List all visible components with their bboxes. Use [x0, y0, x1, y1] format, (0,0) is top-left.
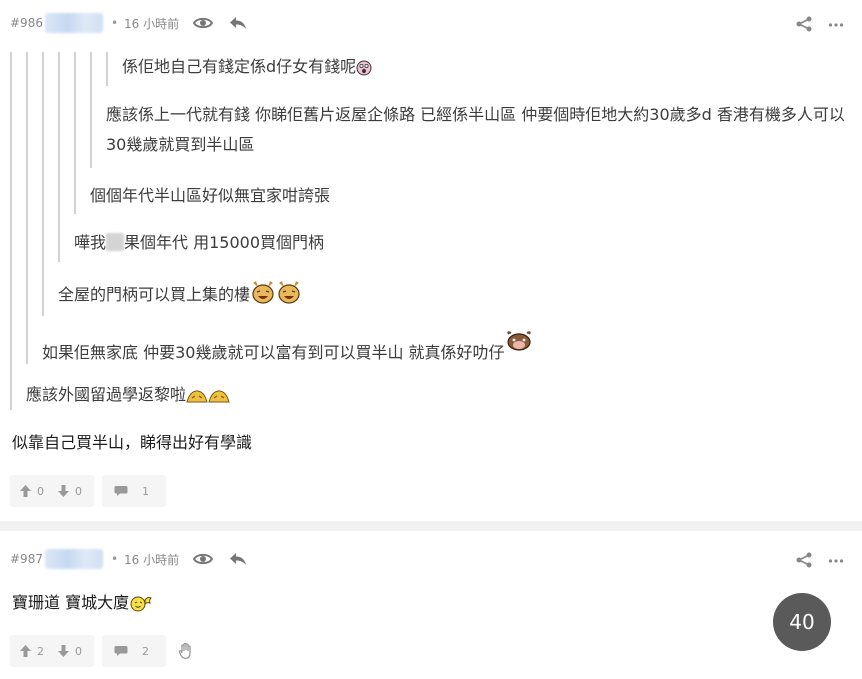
post-content: 寶珊道 寶城大廈	[12, 591, 153, 619]
quote-line-0	[10, 52, 12, 410]
eye-icon[interactable]	[193, 16, 214, 30]
post-time: 16 小時前	[124, 552, 180, 567]
comment-count: 1	[142, 484, 149, 498]
dislike-count: 0	[75, 484, 82, 498]
comment-count: 2	[142, 644, 149, 658]
post-987: #987 • 16 小時前 寶珊道 寶城大廈 2 0 2	[0, 531, 862, 679]
thumb-down-icon	[58, 645, 69, 657]
quote-text: 應該外國留過學返黎啦	[26, 380, 230, 414]
surprised-emoji-icon	[356, 56, 372, 86]
quote-text: 全屋的門柄可以買上集的樓	[58, 280, 302, 314]
thumb-up-icon	[20, 645, 31, 657]
meta-separator: •	[110, 16, 119, 30]
comment-icon	[114, 486, 128, 496]
dislike-count: 0	[75, 644, 82, 658]
vote-box: 2 0	[10, 635, 94, 667]
post-actions: 0 0 1	[10, 475, 166, 507]
like-count: 0	[37, 484, 44, 498]
post-meta: #987 • 16 小時前	[10, 548, 247, 570]
quote-text: 嘩我 果個年代 用15000買個門柄	[74, 233, 325, 252]
share-icon[interactable]	[796, 16, 812, 32]
quote-line-4	[74, 52, 76, 214]
quote-line-2	[42, 52, 44, 316]
vote-box: 0 0	[10, 475, 94, 507]
laughing-emoji-icon	[276, 280, 302, 314]
post-separator	[0, 521, 862, 531]
post-meta: #986 • 16 小時前	[10, 12, 247, 34]
post-actions: 2 0 2	[10, 635, 194, 667]
quote-text: 個個年代半山區好似無宜家咁誇張	[90, 186, 331, 205]
like-button[interactable]: 0	[20, 485, 44, 498]
quote-line-5	[90, 52, 92, 168]
laughing-emoji-icon	[250, 280, 276, 314]
dislike-button[interactable]: 0	[58, 485, 82, 498]
post-content: 似靠自己買半山，睇得出好有學識	[12, 433, 253, 452]
username-blurred[interactable]	[44, 13, 103, 33]
quote-line-6	[106, 52, 108, 86]
cow-emoji-icon	[505, 330, 533, 362]
more-icon[interactable]	[828, 553, 844, 567]
quote-line-1	[26, 52, 28, 364]
post-time: 16 小時前	[124, 16, 180, 31]
like-button[interactable]: 2	[20, 645, 44, 658]
comments-button[interactable]: 2	[102, 635, 166, 667]
quote-text: 如果佢無家底 仲要30幾歲就可以富有到可以買半山 就真係好叻仔	[42, 330, 533, 368]
eye-icon[interactable]	[193, 552, 214, 566]
reply-icon[interactable]	[229, 16, 247, 30]
comments-button[interactable]: 1	[102, 475, 166, 507]
post-986: #986 • 16 小時前 係佢地自己有錢定係d仔女有錢呢 應該係上一代就有錢 …	[0, 0, 862, 521]
share-icon[interactable]	[796, 552, 812, 568]
quote-line-3	[58, 52, 60, 262]
bye-emoji-icon	[129, 594, 153, 619]
kowtow-emoji-icon	[186, 384, 208, 414]
kowtow-emoji-icon	[208, 384, 230, 414]
quote-text: 係佢地自己有錢定係d仔女有錢呢	[122, 52, 372, 86]
thumb-down-icon	[58, 485, 69, 497]
thumb-up-icon	[20, 485, 31, 497]
like-count: 2	[37, 644, 44, 658]
hand-icon[interactable]	[178, 635, 194, 667]
page-number-badge[interactable]: 40	[773, 593, 831, 651]
quote-text: 應該係上一代就有錢 你睇佢舊片返屋企條路 已經係半山區 仲要個時佢地大約30歲多…	[106, 105, 845, 154]
more-icon[interactable]	[828, 17, 844, 31]
post-number[interactable]: #986	[10, 16, 43, 30]
comment-icon	[114, 646, 128, 656]
meta-separator: •	[110, 552, 119, 566]
username-blurred[interactable]	[44, 549, 103, 569]
reply-icon[interactable]	[229, 552, 247, 566]
dislike-button[interactable]: 0	[58, 645, 82, 658]
censored-text	[106, 233, 125, 251]
post-number[interactable]: #987	[10, 552, 43, 566]
